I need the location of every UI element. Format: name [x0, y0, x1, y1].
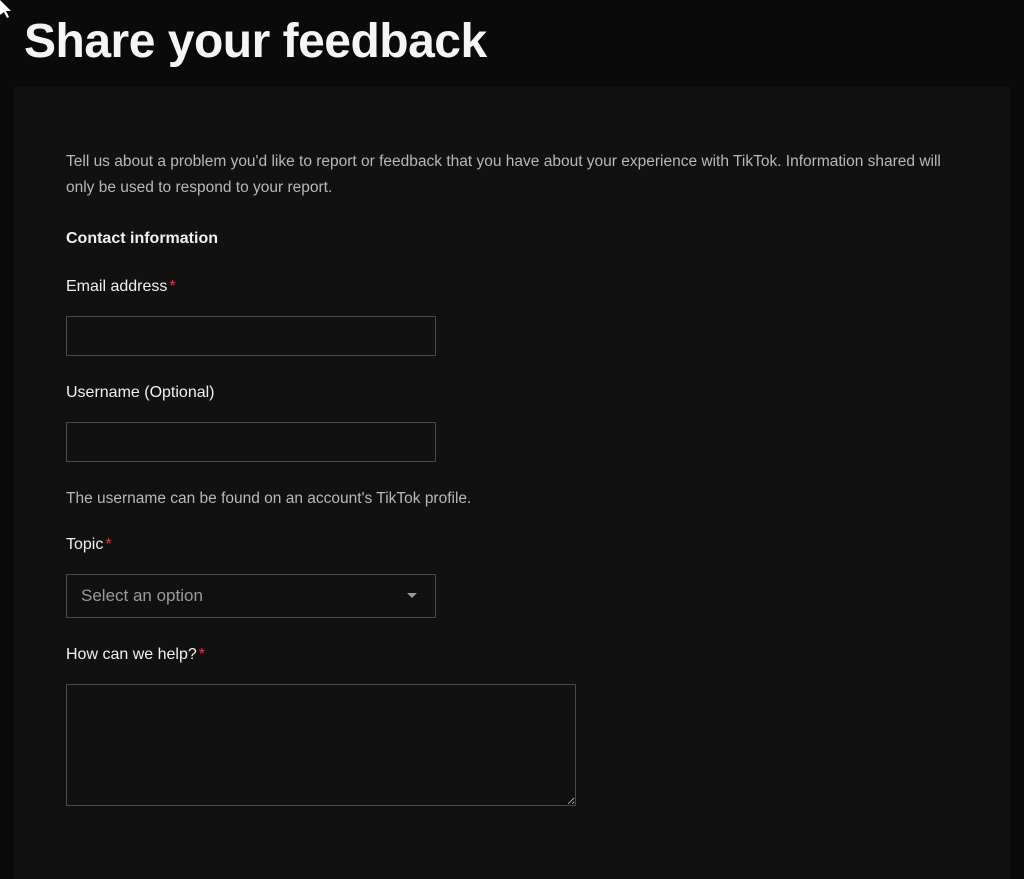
feedback-form-card: Tell us about a problem you'd like to re… [14, 87, 1010, 879]
email-label-text: Email address [66, 278, 167, 295]
message-label-text: How can we help? [66, 646, 197, 663]
username-field-group: Username (Optional) [66, 384, 958, 462]
topic-label-text: Topic [66, 536, 103, 553]
required-asterisk: * [199, 646, 205, 663]
topic-select[interactable]: Select an option [66, 574, 436, 618]
message-textarea[interactable] [66, 684, 576, 806]
email-input[interactable] [66, 316, 436, 356]
message-label: How can we help?* [66, 646, 958, 664]
required-asterisk: * [169, 278, 175, 295]
topic-select-wrapper: Select an option [66, 574, 436, 618]
username-label: Username (Optional) [66, 384, 958, 402]
email-label: Email address* [66, 278, 958, 296]
topic-field-group: Topic* Select an option [66, 536, 958, 618]
message-field-group: How can we help?* [66, 646, 958, 811]
username-helper-text: The username can be found on an account'… [66, 490, 958, 508]
required-asterisk: * [105, 536, 111, 553]
contact-info-heading: Contact information [66, 230, 958, 248]
username-input[interactable] [66, 422, 436, 462]
topic-label: Topic* [66, 536, 958, 554]
page-title: Share your feedback [0, 0, 1024, 87]
topic-select-placeholder: Select an option [81, 586, 203, 606]
intro-text: Tell us about a problem you'd like to re… [66, 149, 958, 202]
email-field-group: Email address* [66, 278, 958, 356]
